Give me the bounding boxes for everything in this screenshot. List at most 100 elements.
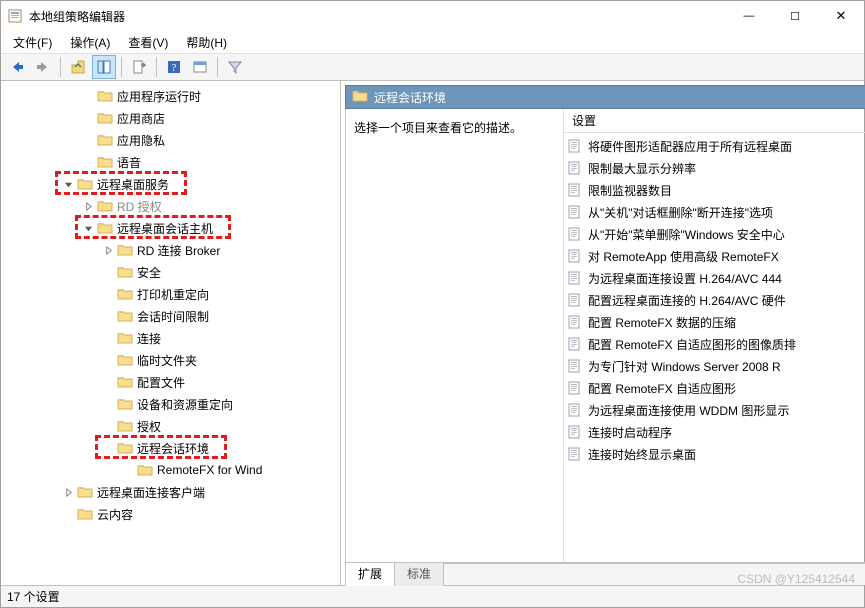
body: 应用程序运行时应用商店应用隐私语音远程桌面服务 RD 授权远程桌面会话主机RD 连… xyxy=(1,81,864,585)
tree-item[interactable]: 远程桌面连接客户端 xyxy=(1,481,340,503)
tree-item[interactable]: RD 授权 xyxy=(1,195,340,217)
close-button[interactable]: ✕ xyxy=(818,1,864,31)
setting-item[interactable]: 配置远程桌面连接的 H.264/AVC 硬件 xyxy=(564,289,865,311)
chevron-right-icon[interactable] xyxy=(101,243,115,257)
setting-item[interactable]: 为专门针对 Windows Server 2008 R xyxy=(564,355,865,377)
tree-item[interactable]: 应用程序运行时 xyxy=(1,85,340,107)
column-header-label: 设置 xyxy=(572,112,596,129)
properties-button[interactable] xyxy=(188,55,212,79)
tree-item-label: 连接 xyxy=(137,330,161,347)
status-text: 17 个设置 xyxy=(7,588,60,605)
setting-label: 从"关机"对话框删除"断开连接"选项 xyxy=(588,204,773,221)
tree-item[interactable]: 打印机重定向 xyxy=(1,283,340,305)
folder-icon xyxy=(117,440,133,456)
export-button[interactable] xyxy=(127,55,151,79)
tree-item[interactable]: 连接 xyxy=(1,327,340,349)
tree-item-label: 打印机重定向 xyxy=(137,286,209,303)
tree-item[interactable]: 云内容 xyxy=(1,503,340,525)
setting-item[interactable]: 配置 RemoteFX 数据的压缩 xyxy=(564,311,865,333)
setting-item[interactable]: 连接时始终显示桌面 xyxy=(564,443,865,465)
chevron-down-icon[interactable] xyxy=(81,221,95,235)
filter-button[interactable] xyxy=(223,55,247,79)
back-button[interactable] xyxy=(5,55,29,79)
setting-item[interactable]: 对 RemoteApp 使用高级 RemoteFX xyxy=(564,245,865,267)
policy-icon xyxy=(568,403,582,417)
tree-item-label: 语音 xyxy=(117,154,141,171)
tree-item[interactable]: 远程桌面会话主机 xyxy=(1,217,340,239)
minimize-button[interactable]: — xyxy=(726,1,772,31)
tree-item[interactable]: 应用隐私 xyxy=(1,129,340,151)
tree-item[interactable]: RemoteFX for Wind xyxy=(1,459,340,481)
folder-icon xyxy=(137,462,153,478)
tree-item[interactable]: 语音 xyxy=(1,151,340,173)
folder-icon xyxy=(117,374,133,390)
forward-button[interactable] xyxy=(31,55,55,79)
setting-label: 对 RemoteApp 使用高级 RemoteFX xyxy=(588,248,779,265)
folder-icon xyxy=(117,418,133,434)
tree-item-label: 配置文件 xyxy=(137,374,185,391)
folder-icon xyxy=(117,352,133,368)
menu-view[interactable]: 查看(V) xyxy=(120,32,176,53)
tree-item[interactable]: 远程桌面服务 xyxy=(1,173,340,195)
tree-item[interactable]: 配置文件 xyxy=(1,371,340,393)
column-header-setting[interactable]: 设置 xyxy=(564,109,865,133)
tree-item[interactable]: 会话时间限制 xyxy=(1,305,340,327)
setting-item[interactable]: 从"开始"菜单删除"Windows 安全中心 xyxy=(564,223,865,245)
setting-item[interactable]: 限制最大显示分辨率 xyxy=(564,157,865,179)
setting-item[interactable]: 为远程桌面连接使用 WDDM 图形显示 xyxy=(564,399,865,421)
tree-item[interactable]: 授权 xyxy=(1,415,340,437)
policy-icon xyxy=(568,205,582,219)
setting-item[interactable]: 限制监视器数目 xyxy=(564,179,865,201)
policy-icon xyxy=(568,227,582,241)
setting-item[interactable]: 连接时启动程序 xyxy=(564,421,865,443)
folder-icon xyxy=(97,220,113,236)
setting-label: 配置 RemoteFX 自适应图形的图像质排 xyxy=(588,336,796,353)
statusbar: 17 个设置 xyxy=(1,585,864,607)
policy-icon xyxy=(568,183,582,197)
up-button[interactable] xyxy=(66,55,90,79)
tree-scroll[interactable]: 应用程序运行时应用商店应用隐私语音远程桌面服务 RD 授权远程桌面会话主机RD 连… xyxy=(1,81,340,585)
tree-item[interactable]: 设备和资源重定向 xyxy=(1,393,340,415)
menu-action[interactable]: 操作(A) xyxy=(62,32,118,53)
setting-item[interactable]: 从"关机"对话框删除"断开连接"选项 xyxy=(564,201,865,223)
tree-item[interactable]: 远程会话环境 xyxy=(1,437,340,459)
chevron-right-icon[interactable] xyxy=(81,199,95,213)
tree-item-label: 远程桌面连接客户端 xyxy=(97,484,205,501)
folder-icon xyxy=(117,308,133,324)
menu-file[interactable]: 文件(F) xyxy=(5,32,60,53)
tree-item-label: RD 授权 xyxy=(117,198,162,215)
tree-item-label: 安全 xyxy=(137,264,161,281)
setting-item[interactable]: 为远程桌面连接设置 H.264/AVC 444 xyxy=(564,267,865,289)
chevron-right-icon[interactable] xyxy=(61,485,75,499)
policy-icon xyxy=(568,425,582,439)
app-icon xyxy=(7,8,23,24)
setting-item[interactable]: 配置 RemoteFX 自适应图形 xyxy=(564,377,865,399)
tab-extended[interactable]: 扩展 xyxy=(345,562,394,586)
maximize-button[interactable]: ☐ xyxy=(772,1,818,31)
setting-label: 为专门针对 Windows Server 2008 R xyxy=(588,358,781,375)
setting-item[interactable]: 将硬件图形适配器应用于所有远程桌面 xyxy=(564,135,865,157)
separator xyxy=(217,57,218,77)
tree-item-label: 应用程序运行时 xyxy=(117,88,201,105)
setting-label: 从"开始"菜单删除"Windows 安全中心 xyxy=(588,226,785,243)
help-button[interactable]: ? xyxy=(162,55,186,79)
tree-item[interactable]: 临时文件夹 xyxy=(1,349,340,371)
setting-item[interactable]: 配置 RemoteFX 自适应图形的图像质排 xyxy=(564,333,865,355)
folder-icon xyxy=(117,396,133,412)
settings-list[interactable]: 将硬件图形适配器应用于所有远程桌面限制最大显示分辨率限制监视器数目从"关机"对话… xyxy=(564,133,865,562)
policy-icon xyxy=(568,315,582,329)
folder-icon xyxy=(97,132,113,148)
menu-help[interactable]: 帮助(H) xyxy=(178,32,235,53)
show-hide-tree-button[interactable] xyxy=(92,55,116,79)
folder-icon xyxy=(77,484,93,500)
tree-item-label: 应用商店 xyxy=(117,110,165,127)
tab-standard[interactable]: 标准 xyxy=(394,562,444,586)
chevron-down-icon[interactable] xyxy=(61,177,75,191)
policy-icon xyxy=(568,447,582,461)
details-header: 远程会话环境 xyxy=(345,85,865,109)
folder-icon xyxy=(117,242,133,258)
tree-item[interactable]: 安全 xyxy=(1,261,340,283)
tree-item[interactable]: 应用商店 xyxy=(1,107,340,129)
tree-item[interactable]: RD 连接 Broker xyxy=(1,239,340,261)
details-tabs: 扩展 标准 xyxy=(345,563,865,585)
